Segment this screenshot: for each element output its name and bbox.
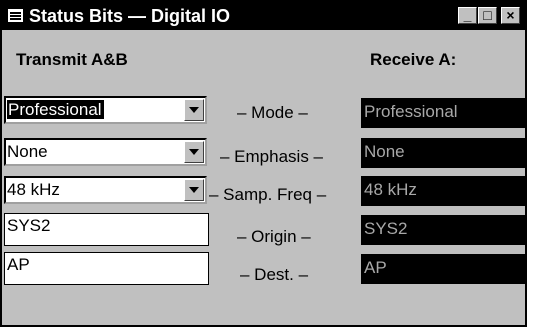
window-title: Status Bits — Digital IO [29,6,231,26]
sample-freq-value: 48 kHz [7,180,60,199]
origin-receive-value: SYS2 [361,215,527,245]
sample-freq-label: – Samp. Freq – [209,185,327,204]
sample-freq-receive-value: 48 kHz [361,176,527,206]
origin-value: SYS2 [7,216,51,235]
emphasis-label: – Emphasis – [220,147,323,166]
chevron-down-icon[interactable] [184,99,204,121]
mode-value: Professional [7,100,104,119]
emphasis-receive-value: None [361,138,527,168]
dest-value: AP [7,255,30,274]
status-bits-window: Status Bits — Digital IO _ □ × Transmit … [0,0,527,327]
title-bar[interactable]: Status Bits — Digital IO _ □ × [2,2,525,30]
origin-field[interactable]: SYS2 [4,213,209,246]
mode-label: – Mode – [237,103,308,122]
chevron-down-icon[interactable] [184,141,204,163]
emphasis-value: None [7,142,48,161]
transmit-header: Transmit A&B [16,50,128,69]
sample-freq-dropdown[interactable]: 48 kHz [4,176,207,204]
receive-header: Receive A: [370,50,457,69]
mode-dropdown[interactable]: Professional [4,96,207,124]
close-button[interactable]: × [501,7,520,24]
emphasis-dropdown[interactable]: None [4,138,207,166]
maximize-button[interactable]: □ [478,7,497,24]
dest-field[interactable]: AP [4,252,209,285]
minimize-button[interactable]: _ [458,7,477,24]
mode-receive-value: Professional [361,98,527,128]
chevron-down-icon[interactable] [184,179,204,201]
origin-label: – Origin – [237,227,311,246]
dest-receive-value: AP [361,254,527,284]
window-menu-icon[interactable] [8,9,23,22]
dest-label: – Dest. – [240,265,309,284]
